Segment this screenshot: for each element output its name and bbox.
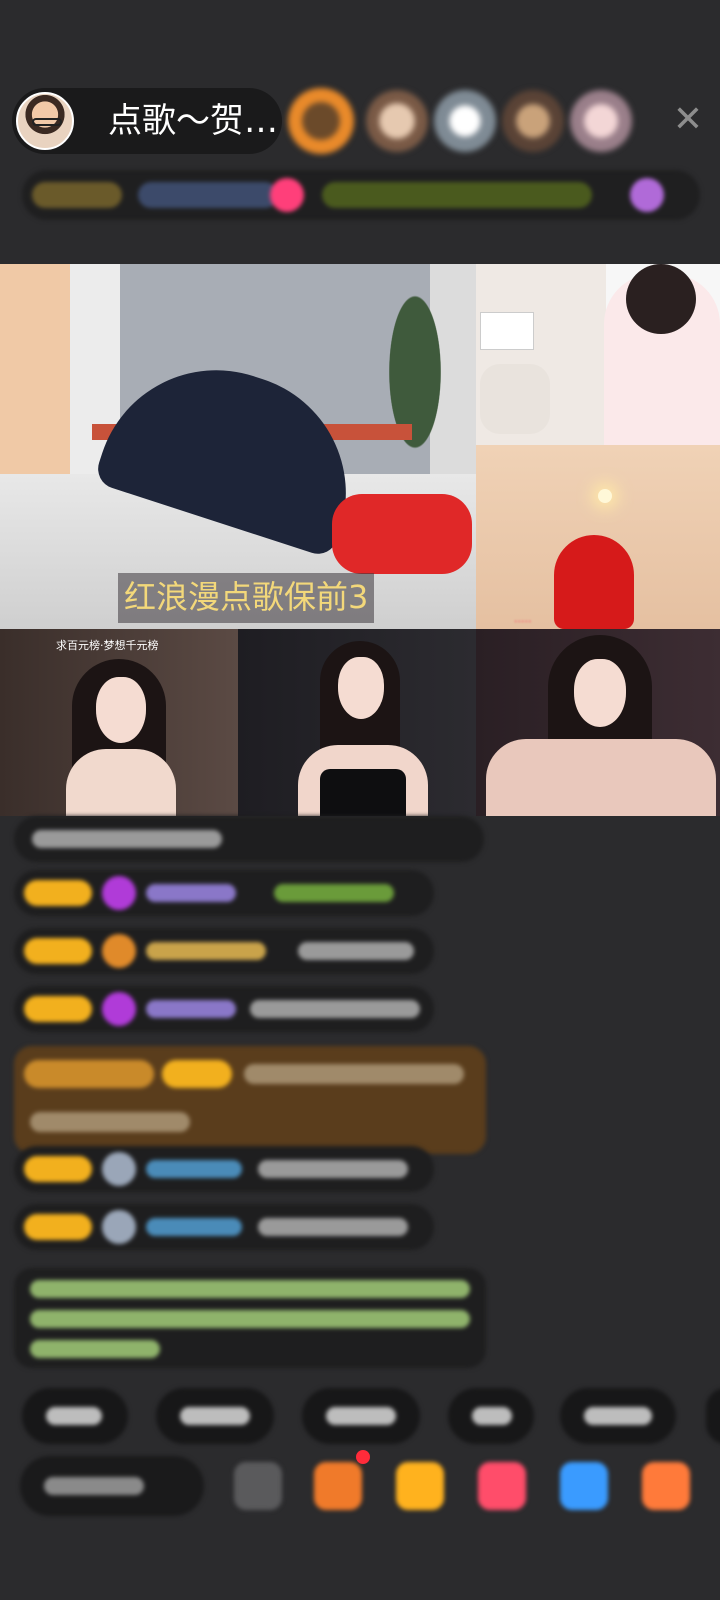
gift-text [244,1064,464,1084]
quick-reply-chip[interactable] [560,1388,676,1444]
system-notice [14,1268,486,1368]
quick-reply-chip[interactable] [706,1388,720,1444]
chat-username [146,884,236,902]
level-badge [24,880,92,906]
performer-face [338,657,384,719]
chat-username [146,1000,236,1018]
chat-username [146,1160,242,1178]
heart-icon[interactable] [478,1462,526,1510]
info-chip [32,182,122,208]
lamp [598,489,612,503]
chat-text [298,942,414,960]
level-badge [24,996,92,1022]
share-icon[interactable] [560,1462,608,1510]
viewer-avatar-2[interactable] [366,90,428,152]
chat-text [250,1000,420,1018]
tile-caption: 求百元榜·梦想千元榜 [56,639,159,652]
user-avatar-icon [102,1152,136,1186]
main-video-tile[interactable]: 红浪漫点歌保前3 [0,264,476,629]
host-avatar[interactable] [16,92,74,150]
chat-message[interactable] [14,1204,434,1250]
video-tile-bottom-center[interactable] [238,629,476,816]
video-tile-bottom-left[interactable]: 求百元榜·梦想千元榜 [0,629,238,816]
chat-text [274,884,394,902]
game-icon[interactable] [642,1462,690,1510]
performer-torso [66,749,176,816]
red-bag [332,494,472,574]
level-badge [24,1156,92,1182]
avatar-glasses [32,118,62,126]
gift-message[interactable] [14,1046,486,1154]
main-video-caption: 红浪漫点歌保前3 [118,573,375,623]
info-chip [630,178,664,212]
fan-badge [162,1060,232,1088]
red-vase [554,535,634,629]
quick-reply-chip[interactable] [22,1388,128,1444]
chat-message[interactable] [14,870,434,916]
video-tile-top-right[interactable] [476,264,720,445]
level-badge [24,1214,92,1240]
video-tile-middle-right[interactable]: ····· [476,445,720,629]
gift-text [30,1112,190,1132]
video-grid: 红浪漫点歌保前3 ····· 求百元榜·梦想千元榜 [0,264,720,816]
plant [370,284,460,504]
host-title: 点歌～贺… [108,101,278,141]
gift-icon[interactable] [396,1462,444,1510]
viewer-avatar-3[interactable] [434,90,496,152]
notice-text [30,1310,470,1328]
chat-username [146,942,266,960]
level-badge [24,938,92,964]
notification-dot [356,1450,370,1464]
performer-face [96,677,146,743]
chat-username [146,1218,242,1236]
chat-text [32,830,222,848]
gem-icon [102,876,136,910]
chat-text [258,1218,408,1236]
user-avatar-icon [102,1210,136,1244]
fan-badge-icon [102,934,136,968]
chat-message[interactable] [14,986,434,1032]
gift-badge [24,1060,154,1088]
chat-text [258,1160,408,1178]
quick-reply-chip[interactable] [448,1388,534,1444]
video-tile-bottom-right[interactable] [476,629,720,816]
info-chip [322,182,592,208]
performer-hair [626,264,696,334]
quick-reply-chip[interactable] [302,1388,420,1444]
info-chip [138,182,278,208]
close-icon[interactable]: ✕ [668,100,708,140]
notice-text [30,1340,160,1358]
gift-box-icon[interactable] [314,1462,362,1510]
chat-message[interactable] [14,816,484,862]
performer-top [320,769,406,816]
performer-face [574,659,626,727]
room-info-strip[interactable] [22,170,700,220]
wall-sign [480,312,534,350]
chair [480,364,550,434]
chat-message[interactable] [14,1146,434,1192]
comment-input[interactable] [20,1456,204,1516]
notice-text [30,1280,470,1298]
performer-torso [486,739,716,816]
viewer-avatar-4[interactable] [502,90,564,152]
viewer-avatar-5[interactable] [570,90,632,152]
more-icon[interactable] [234,1462,282,1510]
chat-message[interactable] [14,928,434,974]
info-chip [270,178,304,212]
host-info-pill[interactable]: 点歌～贺… [12,88,282,154]
gem-icon [102,992,136,1026]
quick-reply-chip[interactable] [156,1388,274,1444]
viewer-avatar-1[interactable] [288,88,354,154]
tile-label: ····· [514,615,532,628]
